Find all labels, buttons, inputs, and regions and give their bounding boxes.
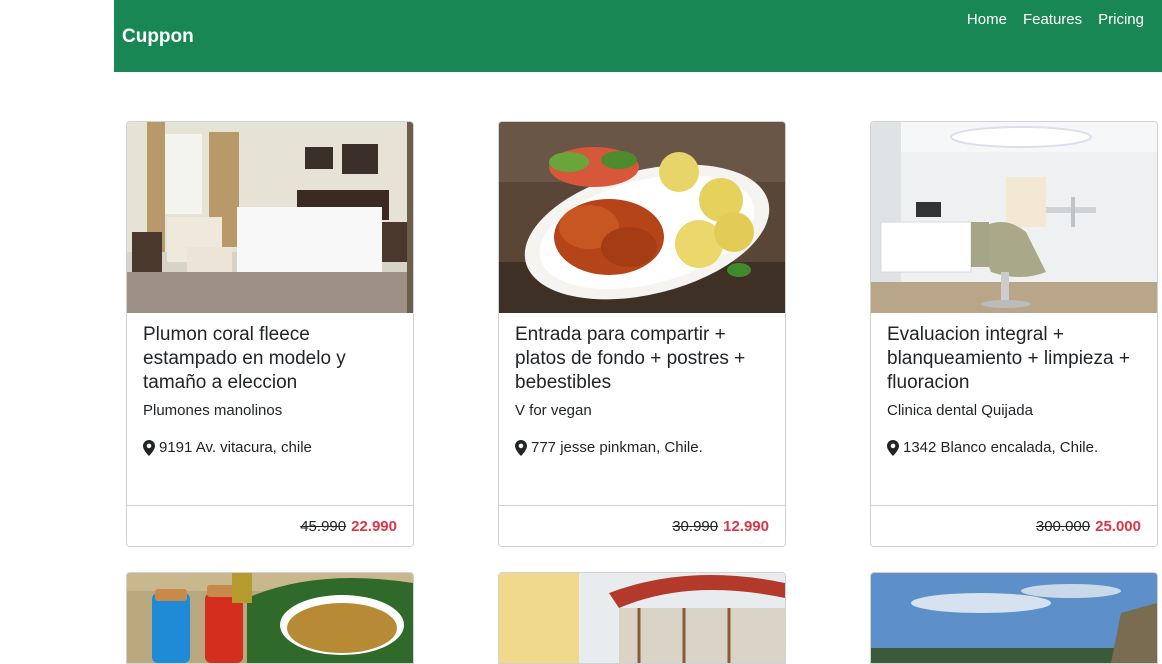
deal-card-3[interactable]: Evaluacion integral + blanqueamiento + l… xyxy=(870,121,1158,547)
map-marker-icon xyxy=(143,439,155,456)
card-location: 777 jesse pinkman, Chile. xyxy=(515,439,769,456)
new-price: 25.000 xyxy=(1095,517,1141,535)
deal-card-4[interactable] xyxy=(126,572,414,664)
card-image-food-plate xyxy=(499,122,785,313)
brand-logo[interactable]: Cuppon xyxy=(122,26,194,48)
old-price: 30.990 xyxy=(672,517,719,535)
old-price: 45.990 xyxy=(300,517,347,535)
deal-card-1[interactable]: Plumon coral fleece estampado en modelo … xyxy=(126,121,414,547)
deal-card-2[interactable]: Entrada para compartir + platos de fondo… xyxy=(498,121,786,547)
card-location-text: 1342 Blanco encalada, Chile. xyxy=(903,439,1099,456)
new-price: 12.990 xyxy=(723,517,769,535)
card-image-carousel-ride xyxy=(499,573,785,663)
card-footer: 300.000 25.000 xyxy=(871,505,1157,546)
card-location-text: 9191 Av. vitacura, chile xyxy=(159,439,312,456)
card-image-soup-jars xyxy=(127,573,413,663)
card-subtitle: V for vegan xyxy=(515,402,592,419)
deal-card-5[interactable] xyxy=(498,572,786,664)
navbar: Cuppon Home Features Pricing xyxy=(114,0,1162,72)
card-location: 9191 Av. vitacura, chile xyxy=(143,439,397,456)
nav-features[interactable]: Features xyxy=(1023,11,1082,28)
nav-pricing[interactable]: Pricing xyxy=(1098,11,1144,28)
card-footer: 45.990 22.990 xyxy=(127,505,413,546)
map-marker-icon xyxy=(515,439,527,456)
old-price: 300.000 xyxy=(1035,517,1091,535)
card-title[interactable]: Evaluacion integral + blanqueamiento + l… xyxy=(887,323,1141,395)
card-subtitle: Plumones manolinos xyxy=(143,402,283,419)
card-image-hotel-bedroom xyxy=(127,122,413,313)
card-location: 1342 Blanco encalada, Chile. xyxy=(887,439,1141,456)
nav-home[interactable]: Home xyxy=(967,11,1007,28)
card-title[interactable]: Plumon coral fleece estampado en modelo … xyxy=(143,323,397,395)
card-subtitle: Clinica dental Quijada xyxy=(887,402,1033,419)
nav-links: Home Features Pricing xyxy=(967,11,1144,28)
card-location-text: 777 jesse pinkman, Chile. xyxy=(531,439,703,456)
card-footer: 30.990 12.990 xyxy=(499,505,785,546)
deal-card-6[interactable] xyxy=(870,572,1158,664)
new-price: 22.990 xyxy=(351,517,397,535)
card-image-dental-clinic xyxy=(871,122,1157,313)
card-image-sky-landscape xyxy=(871,573,1157,663)
card-title[interactable]: Entrada para compartir + platos de fondo… xyxy=(515,323,769,395)
map-marker-icon xyxy=(887,439,899,456)
